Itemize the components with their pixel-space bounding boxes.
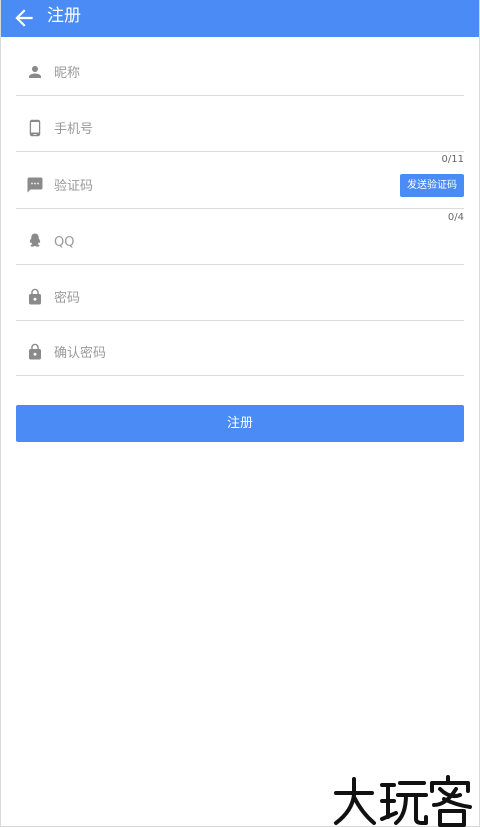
- phone-field: [16, 106, 464, 152]
- qq-field: [16, 219, 464, 265]
- lock-icon: [29, 288, 41, 305]
- qq-input[interactable]: [54, 231, 384, 253]
- page-title: 注册: [47, 6, 81, 26]
- confirm-password-input[interactable]: [54, 342, 384, 364]
- watermark-logo: [334, 775, 472, 827]
- register-button[interactable]: 注册: [16, 405, 464, 442]
- phone-input[interactable]: [54, 118, 384, 140]
- arrow-left-icon[interactable]: [11, 5, 37, 31]
- qq-icon: [29, 233, 41, 247]
- password-field: [16, 275, 464, 321]
- password-input[interactable]: [54, 287, 384, 309]
- message-icon: [27, 177, 43, 193]
- send-code-button[interactable]: 发送验证码: [400, 174, 464, 197]
- nickname-input[interactable]: [54, 62, 384, 84]
- code-field: 发送验证码: [16, 163, 464, 209]
- app-bar: 注册: [1, 0, 479, 37]
- code-input[interactable]: [54, 175, 354, 197]
- lock-icon: [29, 343, 41, 360]
- phone-icon: [29, 119, 41, 137]
- person-icon: [29, 66, 41, 78]
- confirm-password-field: [16, 330, 464, 376]
- nickname-field: [16, 50, 464, 96]
